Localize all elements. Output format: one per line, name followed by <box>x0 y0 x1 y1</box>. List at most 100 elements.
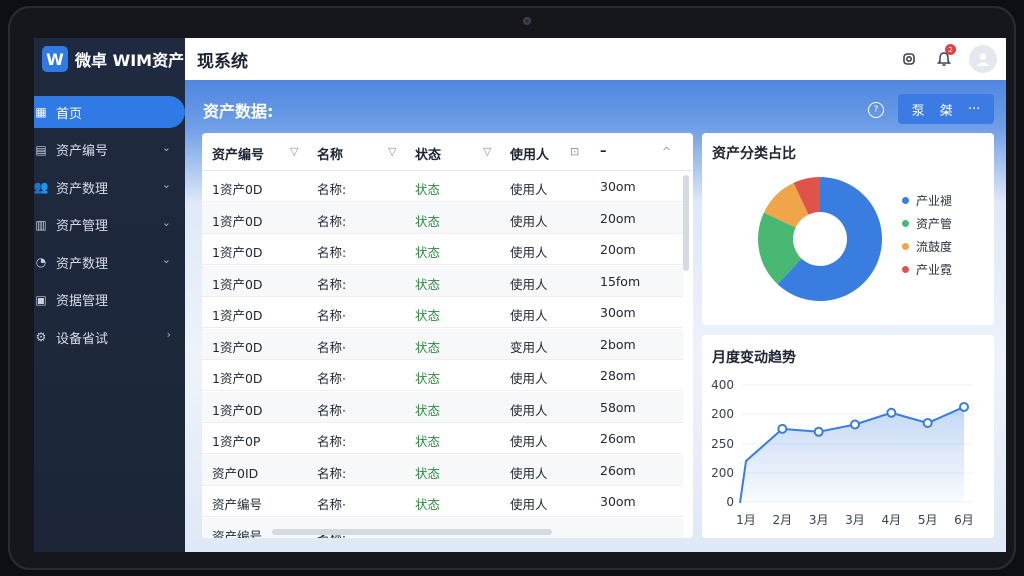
help-icon[interactable]: ? <box>868 102 884 118</box>
vertical-scrollbar[interactable] <box>683 175 689 271</box>
table-row[interactable]: 1资产0D 名称: 状态 使用人 30om <box>202 171 683 202</box>
filter-icon[interactable]: ▽ <box>483 145 491 158</box>
x-tick-label: 6月 <box>954 513 974 527</box>
more-button[interactable]: ··· <box>968 102 980 117</box>
cell-status: 状态 <box>415 402 441 418</box>
camera-dot <box>523 17 531 25</box>
sidebar-item-label: 资产管理 <box>56 219 109 234</box>
cell-status: 状态 <box>415 339 441 355</box>
table-row[interactable]: 资产编号 名称· 状态 使用人 30om <box>202 486 683 517</box>
header-name[interactable]: 名称 <box>317 144 343 163</box>
sidebar-item-1[interactable]: ▤ 资产编号 ⌄ <box>34 134 185 166</box>
filter-icon[interactable]: ▽ <box>388 145 396 158</box>
lock-icon[interactable]: ⊡ <box>570 145 579 158</box>
legend-dot <box>902 197 909 204</box>
notification-badge: 2 <box>945 44 956 55</box>
data-point[interactable] <box>886 407 897 418</box>
cell-name: 名称: <box>317 465 347 481</box>
topbar: 现系统 2 <box>185 38 1006 80</box>
cell-name: 名称: <box>317 213 347 229</box>
horizontal-scrollbar[interactable] <box>272 529 552 535</box>
cell-asset-id: 1资产0D <box>212 276 263 292</box>
cell-extra: 26om <box>600 431 636 446</box>
cell-extra: 28om <box>600 368 636 383</box>
legend-item[interactable]: 流鼓度 <box>902 235 952 258</box>
cell-asset-id: 1资产0D <box>212 308 263 323</box>
avatar[interactable] <box>969 45 997 73</box>
users-icon: 👥 <box>34 180 49 194</box>
sidebar-item-5[interactable]: ▣ 资据管理 <box>34 284 185 316</box>
legend-dot <box>902 243 909 250</box>
header-asset-id[interactable]: 资产编号 <box>212 144 264 163</box>
sidebar-item-label: 资产编号 <box>56 144 109 159</box>
settings-icon[interactable] <box>899 49 919 69</box>
sidebar-item-label: 设备省试 <box>56 331 109 347</box>
cell-user: 使用人 <box>510 434 548 449</box>
sidebar-item-6[interactable]: ⚙ 设备省试 › <box>34 321 185 353</box>
cell-user: 使用人 <box>510 465 548 481</box>
cell-user: 使用人 <box>510 497 548 512</box>
sidebar-item-label: 首页 <box>56 106 83 122</box>
data-point[interactable] <box>959 401 969 412</box>
table-row[interactable]: 资产0ID 名称: 状态 使用人 26om <box>202 454 683 486</box>
chevron-up-icon[interactable]: ^ <box>662 145 671 158</box>
cell-status: 状态 <box>415 465 441 481</box>
sidebar-item-4[interactable]: ◔ 资产数理 ⌄ <box>34 246 185 278</box>
main-content: 资产数据: ? 泵 桀 ··· 资产编号 ▽ 名称 ▽ 状态 ▽ 使用人 ⊡ – <box>185 80 1006 552</box>
grid-icon: ▦ <box>35 105 47 119</box>
pie-legend: 产业褪 资产管 流鼓度 产业霓 <box>902 189 952 281</box>
cell-name: 名称· <box>317 402 346 418</box>
action-button-1[interactable]: 泵 <box>912 100 925 119</box>
data-point[interactable] <box>922 418 933 429</box>
x-tick-label: 3月 <box>845 513 865 527</box>
cell-status: 状态 <box>415 245 441 260</box>
action-button-2[interactable]: 桀 <box>940 100 953 119</box>
cell-status: 状态 <box>415 182 441 197</box>
sidebar-item-3[interactable]: ▥ 资产管理 ⌄ <box>34 209 185 241</box>
pie-chart <box>758 177 882 301</box>
y-tick-label: 0 <box>726 495 734 509</box>
data-point[interactable] <box>850 419 860 430</box>
x-tick-label: 1月 <box>736 513 756 527</box>
cell-extra: 20om <box>600 242 636 257</box>
header-user[interactable]: 使用人 <box>510 144 549 163</box>
line-chart: 0 200 250 200 400 1月 2月 3月 3月 4月 5月 6月 <box>711 378 974 527</box>
data-point[interactable] <box>813 426 824 437</box>
table-row[interactable]: 1资产0D 名称: 状态 使用人 20om <box>202 234 683 265</box>
chevron-icon: › <box>166 328 171 341</box>
cell-name: 名称: <box>317 276 347 292</box>
chevron-icon: ⌄ <box>161 140 171 154</box>
header-extra[interactable]: – <box>600 144 607 159</box>
legend-item[interactable]: 产业霓 <box>902 258 952 281</box>
x-tick-label: 3月 <box>809 513 829 527</box>
cell-asset-id: 资产编号 <box>212 497 263 512</box>
asset-table: 资产编号 ▽ 名称 ▽ 状态 ▽ 使用人 ⊡ – ^ 1资产0D 名称: 状态 使用人… <box>202 133 693 538</box>
cell-extra: 26om <box>600 462 636 478</box>
legend-item[interactable]: 资产管 <box>902 212 952 235</box>
table-row[interactable]: 1资产0P 名称: 状态 使用人 26om <box>202 423 683 454</box>
table-row[interactable]: 1资产0D 名称· 状态 变用人 2bom <box>202 328 683 360</box>
cell-user: 使用人 <box>510 371 548 386</box>
cell-status: 状态 <box>415 497 441 512</box>
cell-extra: 30om <box>600 305 636 320</box>
table-row[interactable]: 1资产0D 名称· 状态 使用人 58om <box>202 391 683 423</box>
sidebar-item-0[interactable]: ▦ 首页 <box>34 96 185 128</box>
cell-extra: 2bom <box>600 336 636 352</box>
legend-item[interactable]: 产业褪 <box>902 189 952 212</box>
filter-icon[interactable]: ▽ <box>290 145 298 158</box>
folder-icon: ▣ <box>35 292 47 307</box>
trend-line-card: 月度变动趋势 0 200 250 200 400 1月 2月 3月 3月 4月 5月 6月 <box>702 335 994 538</box>
header-status[interactable]: 状态 <box>415 144 441 163</box>
chevron-icon: ⌄ <box>161 178 171 191</box>
cell-user: 使用人 <box>510 213 548 229</box>
cell-name: 名称· <box>317 497 346 512</box>
table-row[interactable]: 1资产0D 名称· 状态 使用人 30om <box>202 297 683 328</box>
table-row[interactable]: 1资产0D 名称· 状态 使用人 28om <box>202 360 683 391</box>
cell-status: 状态 <box>415 434 441 449</box>
table-row[interactable]: 1资产0D 名称: 状态 使用人 15fom <box>202 265 683 297</box>
table-row[interactable]: 1资产0D 名称: 状态 使用人 20om <box>202 202 683 234</box>
table-header: 资产编号 ▽ 名称 ▽ 状态 ▽ 使用人 ⊡ – ^ <box>202 133 693 171</box>
cell-name: 名称· <box>317 339 346 355</box>
data-point[interactable] <box>777 423 788 434</box>
sidebar-item-2[interactable]: 👥 资产数理 ⌄ <box>34 171 185 203</box>
